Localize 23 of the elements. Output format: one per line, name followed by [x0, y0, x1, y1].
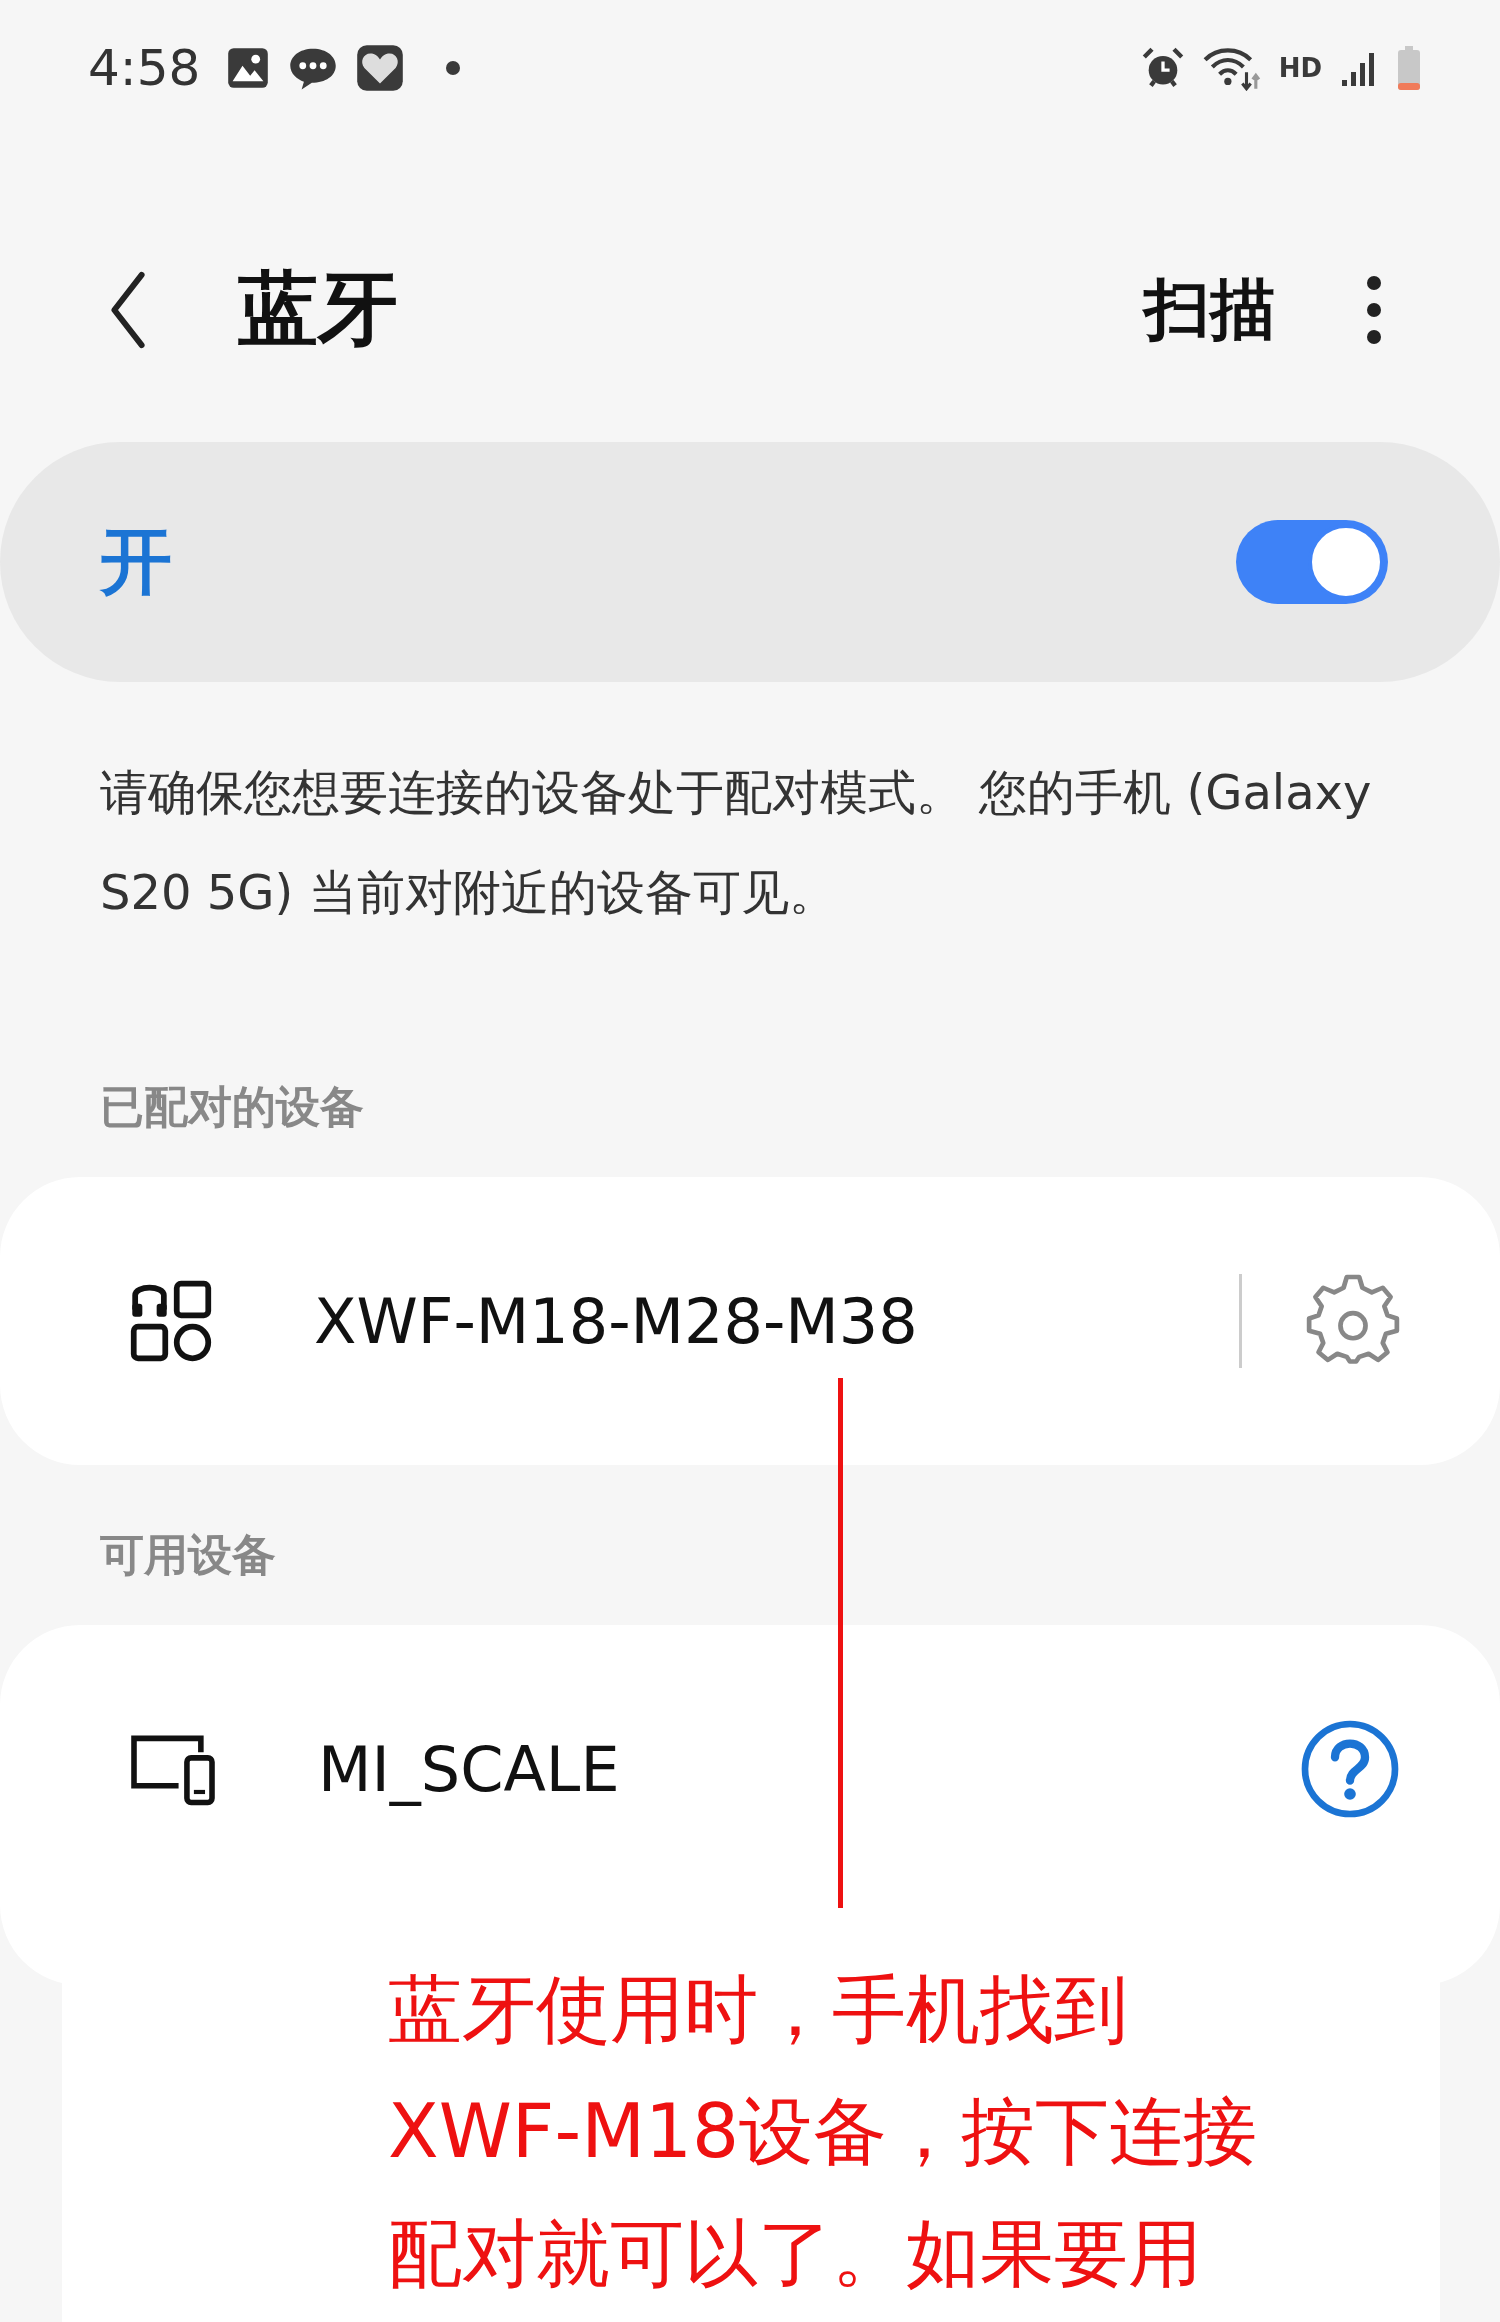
- toggle-label: 开: [100, 518, 172, 605]
- description-text: 请确保您想要连接的设备处于配对模式。 您的手机 (Galaxy S20 5G) 当前对附近的设备可见。: [99, 763, 1373, 922]
- device-apps-icon: [128, 1278, 214, 1364]
- section-title: 可用设备: [99, 1528, 277, 1582]
- section-title: 已配对的设备: [99, 1080, 365, 1134]
- scan-button[interactable]: 扫描: [1144, 265, 1276, 355]
- help-icon[interactable]: [1300, 1719, 1400, 1819]
- page-title: 蓝牙: [238, 261, 399, 357]
- bluetooth-toggle-card[interactable]: 开: [0, 442, 1500, 682]
- device-name: XWF-M18-M28-M38: [314, 1284, 919, 1358]
- status-time: 4:58: [88, 39, 201, 97]
- more-icon[interactable]: [1366, 275, 1382, 345]
- wifi-icon: [1202, 45, 1261, 91]
- alarm-icon: [1140, 46, 1185, 90]
- battery-icon: [1398, 46, 1420, 90]
- annotation-text: XWF-M18设备，按下连接: [388, 2087, 1259, 2176]
- network-label: HD: [1278, 53, 1322, 83]
- device-name: MI_SCALE: [318, 1732, 621, 1806]
- heart-app-icon: [356, 44, 405, 92]
- device-card[interactable]: XWF-M18-M28-M38: [0, 1177, 1500, 1465]
- annotation-text: 配对就可以了。如果要用: [388, 2209, 1203, 2298]
- gallery-icon: [226, 46, 271, 90]
- dot-icon: [446, 61, 461, 75]
